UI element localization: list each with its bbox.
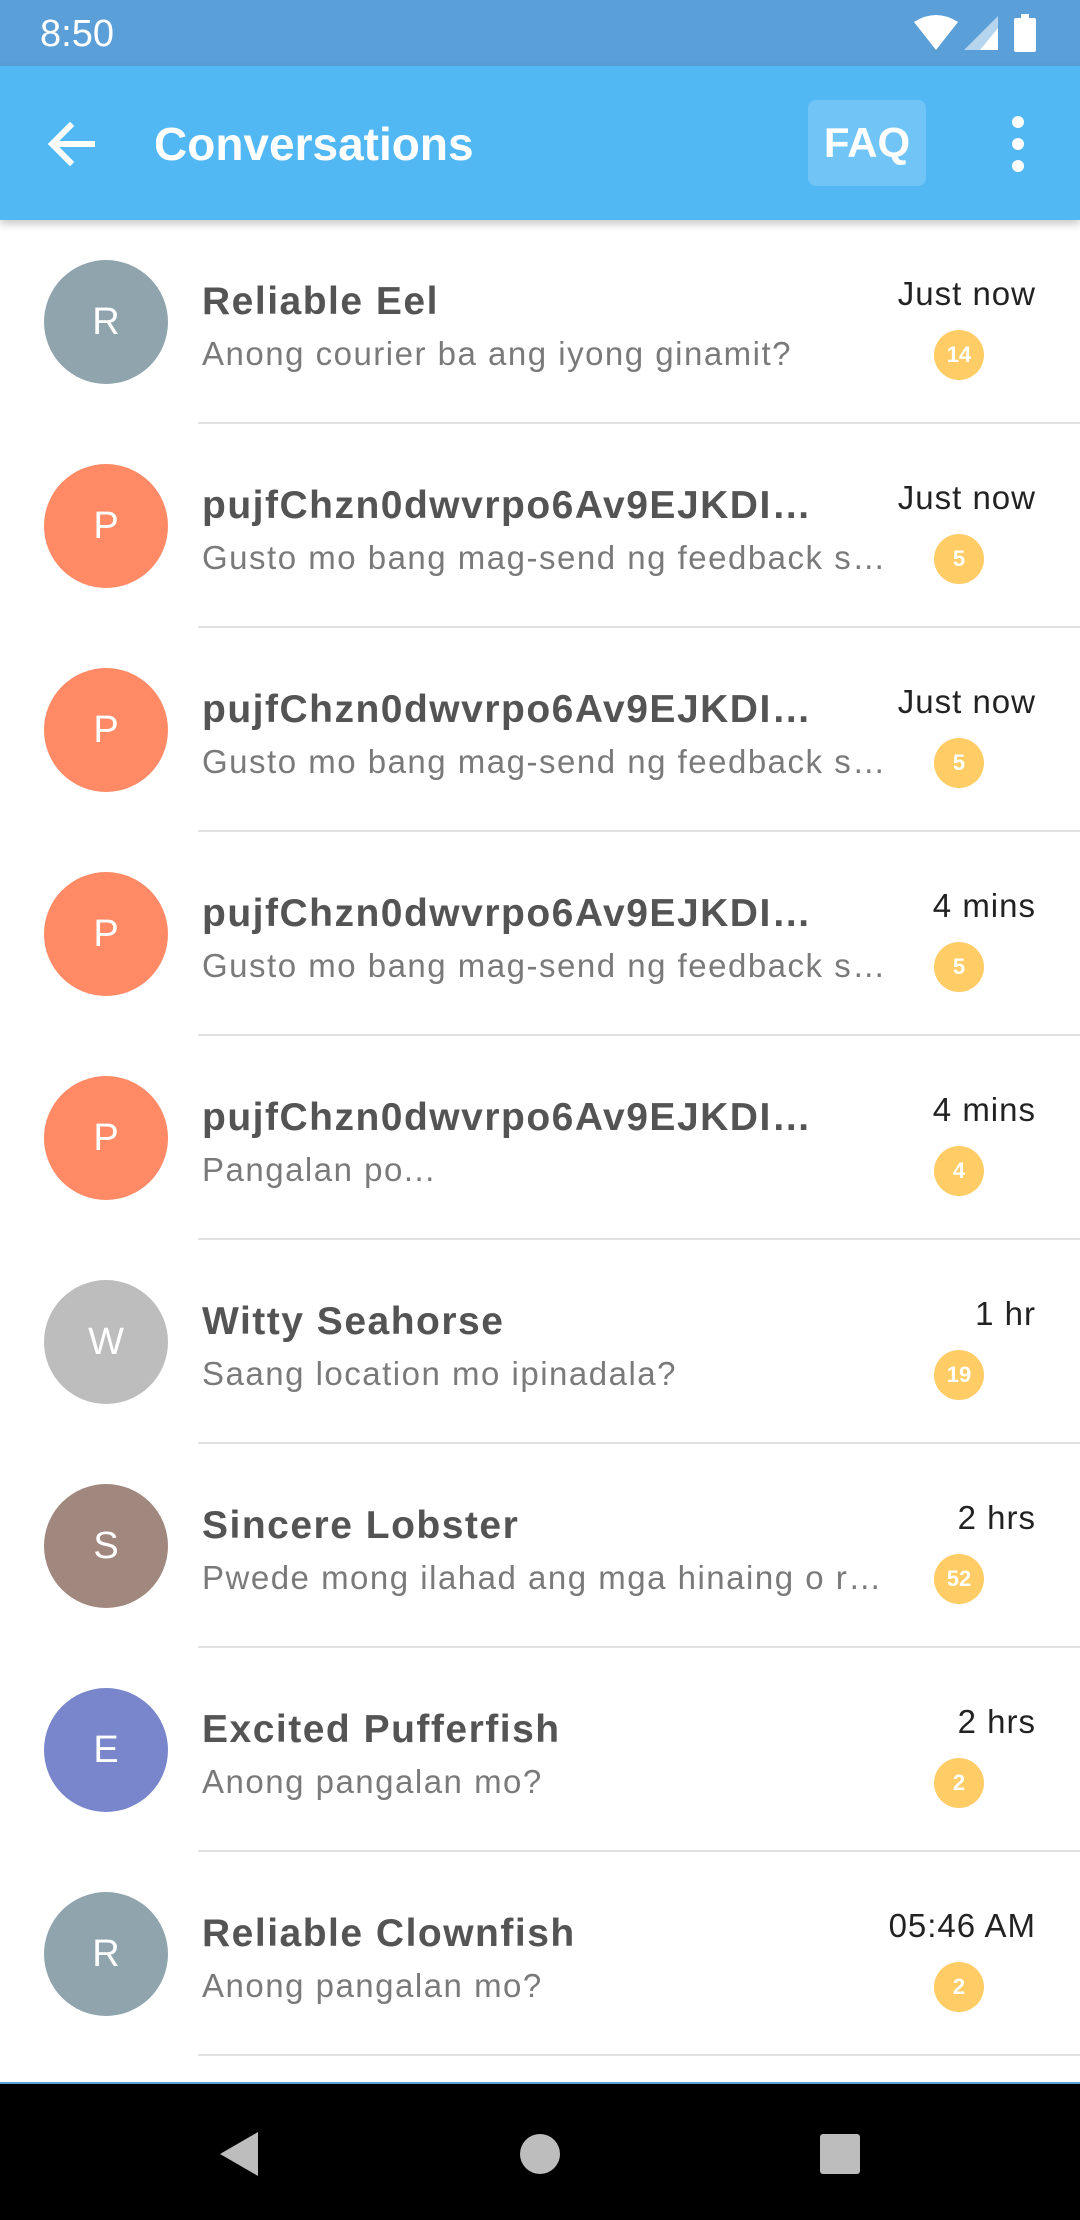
faq-button[interactable]: FAQ [808,100,926,186]
avatar: R [44,1892,168,2016]
avatar: P [44,464,168,588]
home-circle-icon [520,2134,560,2174]
conversation-time: Just now [897,479,1036,516]
conversation-preview: Gusto mo bang mag-send ng feedback s… [202,743,887,780]
conversation-name: pujfChzn0dwvrpo6Av9EJKDIS… [202,1096,822,1139]
cellular-signal-icon [964,16,998,50]
conversation-row[interactable]: R Reliable Clownfish Anong pangalan mo? … [0,1852,1080,2056]
conversation-name: Reliable Eel [202,280,439,323]
unread-badge: 52 [934,1554,984,1604]
back-button[interactable] [40,112,104,176]
nav-recents-button[interactable] [810,2124,870,2184]
conversation-time: 05:46 AM [888,1907,1036,1944]
unread-badge: 19 [934,1350,984,1400]
conversation-preview: Anong courier ba ang iyong ginamit? [202,335,793,372]
conversation-name: Excited Pufferfish [202,1708,561,1751]
conversation-row[interactable]: R Reliable Eel Anong courier ba ang iyon… [0,220,1080,424]
conversation-row[interactable]: P pujfChzn0dwvrpo6Av9EJKDIS… Gusto mo ba… [0,628,1080,832]
unread-badge: 14 [934,330,984,380]
nav-back-button[interactable] [210,2124,270,2184]
conversation-list: R Reliable Eel Anong courier ba ang iyon… [0,220,1080,2084]
conversation-preview: Anong pangalan mo? [202,1763,543,1800]
conversation-name: Sincere Lobster [202,1504,520,1547]
status-time: 8:50 [40,13,114,55]
recents-square-icon [820,2134,860,2174]
conversation-name: pujfChzn0dwvrpo6Av9EJKDIS… [202,688,822,731]
avatar: P [44,872,168,996]
unread-badge: 2 [934,1758,984,1808]
conversation-row[interactable]: P pujfChzn0dwvrpo6Av9EJKDIS… Gusto mo ba… [0,424,1080,628]
back-arrow-icon [47,121,95,167]
avatar: E [44,1688,168,1812]
avatar: R [44,260,168,384]
unread-badge: 5 [934,738,984,788]
unread-badge: 5 [934,942,984,992]
unread-badge: 5 [934,534,984,584]
avatar: P [44,1076,168,1200]
conversation-name: Witty Seahorse [202,1300,505,1343]
battery-icon [1014,14,1036,52]
conversation-row[interactable]: S Sincere Lobster Pwede mong ilahad ang … [0,1444,1080,1648]
conversation-time: 4 mins [932,887,1036,924]
conversation-row[interactable]: E Excited Pufferfish Anong pangalan mo? … [0,1648,1080,1852]
back-triangle-icon [220,2132,258,2176]
page-title: Conversations [154,118,474,170]
system-nav-bar [0,2084,1080,2220]
avatar: W [44,1280,168,1404]
conversation-preview: Pwede mong ilahad ang mga hinaing o r… [202,1559,883,1596]
conversation-name: pujfChzn0dwvrpo6Av9EJKDIS… [202,484,822,527]
unread-badge: 2 [934,1962,984,2012]
status-bar: 8:50 [0,0,1080,66]
conversation-preview: Gusto mo bang mag-send ng feedback s… [202,947,887,984]
conversation-preview: Anong pangalan mo? [202,1967,543,2004]
avatar: S [44,1484,168,1608]
avatar: P [44,668,168,792]
wifi-icon [914,15,958,50]
more-options-button[interactable] [998,112,1038,176]
conversation-time: Just now [897,683,1036,720]
conversation-row[interactable]: W Witty Seahorse Saang location mo ipina… [0,1240,1080,1444]
unread-badge: 4 [934,1146,984,1196]
more-vert-icon [1012,116,1024,172]
conversation-row[interactable]: P pujfChzn0dwvrpo6Av9EJKDIS… Pangalan po… [0,1036,1080,1240]
status-icons [914,14,1044,54]
conversation-time: 2 hrs [957,1499,1036,1536]
conversation-time: 1 hr [975,1295,1036,1332]
app-bar: Conversations FAQ [0,66,1080,220]
conversation-name: Reliable Clownfish [202,1912,576,1955]
conversation-time: 2 hrs [957,1703,1036,1740]
conversation-time: 4 mins [932,1091,1036,1128]
conversation-preview: Pangalan po... [202,1151,436,1188]
conversation-preview: Saang location mo ipinadala? [202,1355,677,1392]
row-divider [198,2054,1080,2056]
conversation-name: pujfChzn0dwvrpo6Av9EJKDIS… [202,892,822,935]
conversation-row[interactable]: P pujfChzn0dwvrpo6Av9EJKDIS… Gusto mo ba… [0,832,1080,1036]
conversation-time: Just now [897,275,1036,312]
nav-home-button[interactable] [510,2124,570,2184]
conversation-preview: Gusto mo bang mag-send ng feedback s… [202,539,887,576]
